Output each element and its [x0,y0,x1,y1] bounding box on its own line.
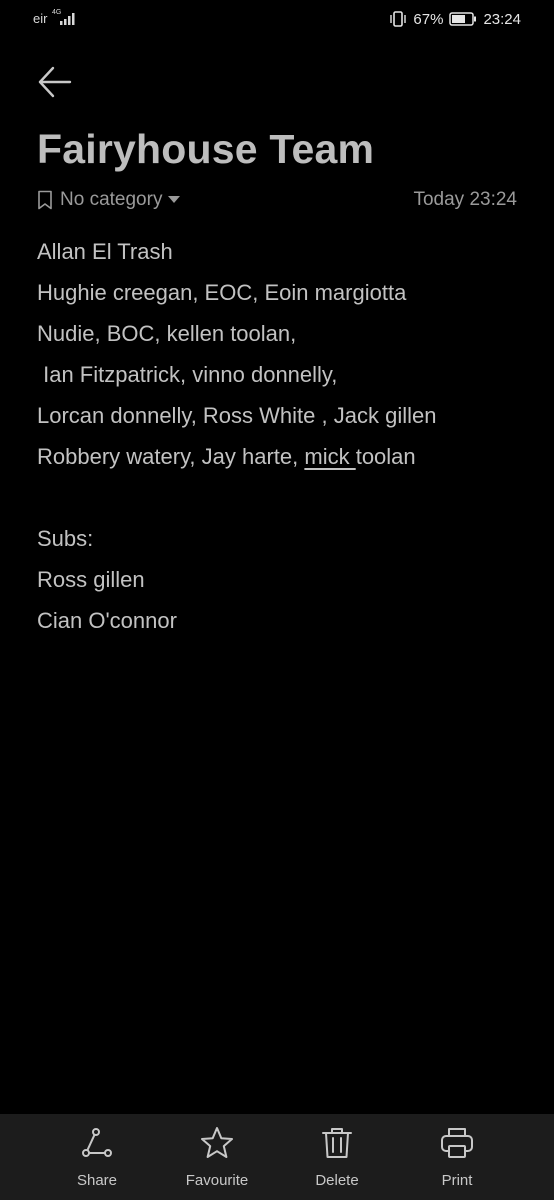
favourite-label: Favourite [185,1172,249,1189]
status-bar: eir 4G 67% 23:24 [0,0,554,38]
back-arrow-icon[interactable] [36,64,74,100]
trash-icon [322,1128,352,1158]
note-text: toolan [355,444,416,469]
share-button[interactable]: Share [42,1126,152,1192]
note-blank-line [37,477,527,518]
favourite-button[interactable]: Favourite [162,1126,272,1192]
print-button[interactable]: Print [402,1126,512,1192]
delete-label: Delete [315,1172,359,1189]
note-line: Nudie, BOC, kellen toolan, [37,321,297,346]
note-line: Hughie creegan, EOC, Eoin margiotta [37,280,407,305]
bottom-toolbar: Share Favourite Delete Print [0,1114,554,1200]
share-label: Share [76,1172,118,1189]
star-icon [201,1127,233,1158]
status-indicators: 67% 23:24 [389,9,521,29]
note-line: Subs: [37,526,94,551]
print-label: Print [441,1172,473,1189]
caret-down-icon [168,196,181,203]
note-line: Ross gillen [37,567,145,592]
note-title[interactable]: Fairyhouse Team [37,126,374,173]
vibrate-icon [390,11,407,27]
underlined-text: mick [304,444,356,469]
note-line: Allan El Trash [37,239,173,264]
bookmark-icon [38,190,52,210]
delete-button[interactable]: Delete [282,1126,392,1192]
battery-icon [449,12,477,26]
clock: 23:24 [483,10,521,28]
carrier-name: eir [33,11,48,26]
note-line: Ian Fitzpatrick, vinno donnelly, [37,362,338,387]
note-line: Robbery watery, Jay harte, mick toolan [37,436,527,477]
share-icon [82,1128,112,1157]
printer-icon [441,1128,473,1158]
signal-icon [60,13,75,25]
note-line: Cian O'connor [37,608,177,633]
category-selector[interactable]: No category [37,187,181,213]
note-text: Robbery watery, Jay harte, [37,444,305,469]
note-line: Lorcan donnelly, Ross White , Jack gille… [37,403,437,428]
battery-percent: 67% [413,10,444,28]
category-label: No category [60,189,163,210]
note-content[interactable]: Allan El Trash Hughie creegan, EOC, Eoin… [37,231,527,641]
note-timestamp: Today 23:24 [413,189,517,210]
